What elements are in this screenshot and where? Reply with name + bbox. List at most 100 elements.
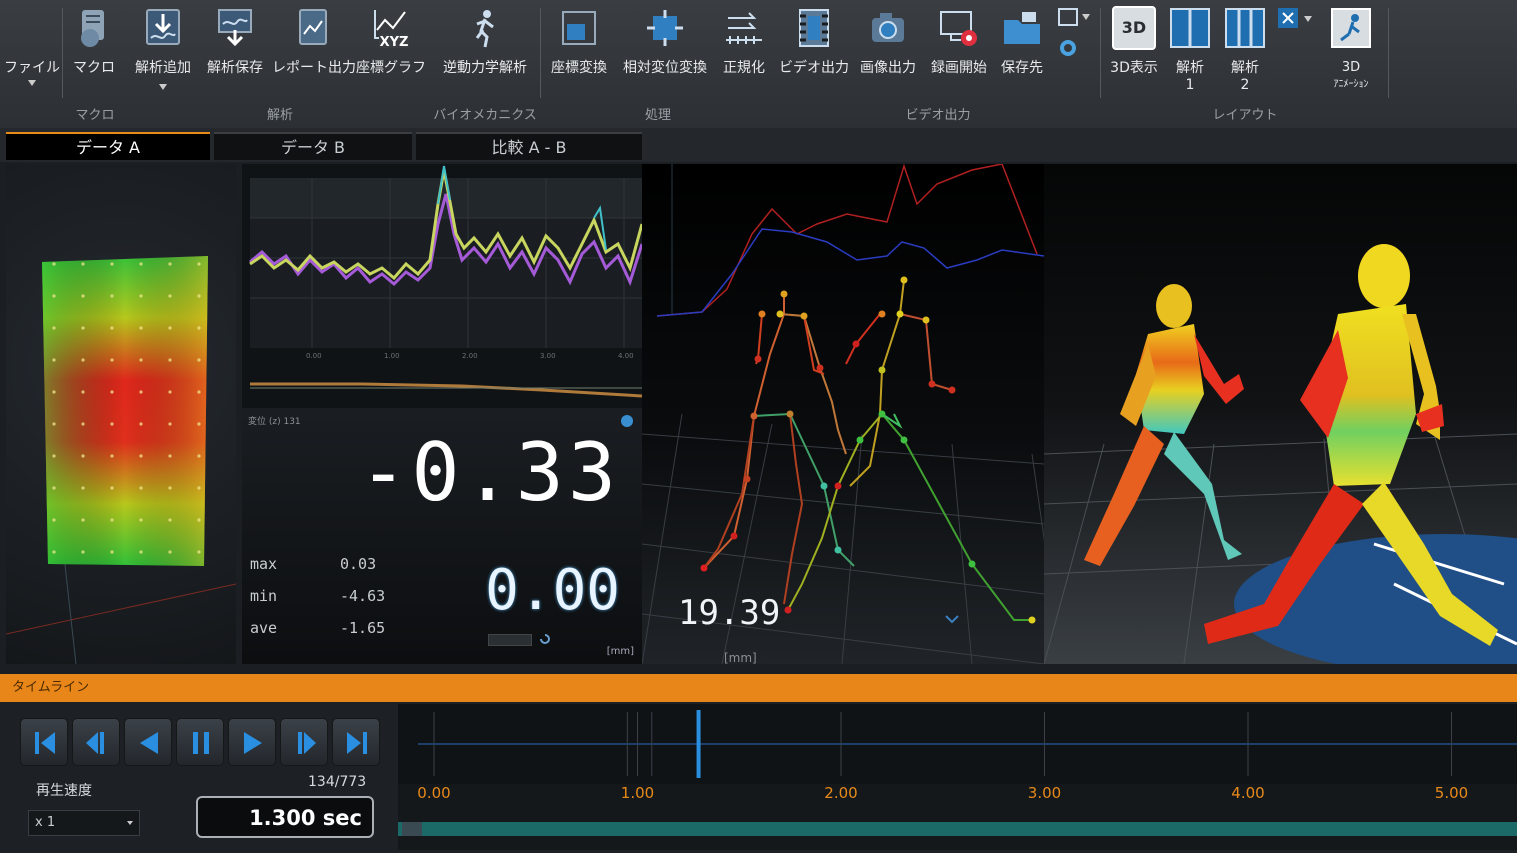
macro-button[interactable]: マクロ (66, 0, 122, 100)
sensor-point (52, 262, 56, 266)
animation-3d-button[interactable]: 3D ｱﾆﾒｰｼｮﾝ (1320, 0, 1382, 100)
skeleton-joint (750, 412, 758, 420)
three-column-layout-icon (1225, 8, 1265, 48)
inverse-dynamics-button[interactable]: 逆動力学解析 (434, 0, 536, 100)
layout-analysis2-text: 解析 (1231, 60, 1259, 76)
close-layout-button[interactable] (1274, 0, 1318, 40)
previous-frame-button[interactable] (72, 718, 120, 766)
sensor-point (139, 326, 143, 330)
info-icon[interactable] (620, 414, 634, 428)
sensor-point (168, 550, 172, 554)
chevron-down-icon[interactable] (1082, 14, 1090, 20)
view-3d-button[interactable]: 3D 3D表示 (1104, 0, 1164, 100)
svg-text:4.00: 4.00 (618, 352, 634, 360)
report-output-button[interactable]: レポート出力 (272, 0, 356, 100)
save-analysis-button[interactable]: 解析保存 (200, 0, 270, 100)
sensor-point (81, 486, 85, 490)
timeline-playhead[interactable] (696, 710, 701, 778)
skip-to-end-button[interactable] (332, 718, 380, 766)
pressure-heatmap-view (6, 256, 236, 664)
sensor-point (197, 294, 201, 298)
body-3d-panel[interactable] (1044, 164, 1517, 664)
macro-icon (81, 10, 104, 47)
sensor-point (139, 486, 143, 490)
app-window: ファイル マクロ 解析追加 解析保存 レポート出力 XYZ 座標グラフ 逆動力学… (0, 0, 1517, 853)
gear-icon[interactable] (1058, 38, 1078, 58)
waveform-chart[interactable]: 0.00 1.00 2.00 3.00 4.00 (242, 164, 642, 404)
skeleton-joint (758, 310, 766, 318)
play-reverse-button[interactable] (124, 718, 172, 766)
stat-ave-label: ave (250, 619, 278, 637)
sensor-point (197, 358, 201, 362)
body-3d-view (1044, 244, 1517, 664)
play-icon (244, 732, 262, 754)
sensor-point (139, 358, 143, 362)
skeleton-joint (780, 290, 788, 298)
meter-mode-select[interactable] (488, 634, 532, 646)
tab-data-a[interactable]: データ A (6, 132, 210, 160)
sensor-point (110, 550, 114, 554)
sensor-point (139, 518, 143, 522)
image-settings-icon[interactable] (1058, 8, 1078, 26)
sensor-point (168, 454, 172, 458)
play-button[interactable] (228, 718, 276, 766)
start-recording-button[interactable]: 録画開始 (926, 0, 992, 100)
skip-start-icon (35, 732, 55, 754)
skip-to-start-button[interactable] (20, 718, 68, 766)
timeline-tick-label: 3.00 (1028, 784, 1061, 802)
relative-disp-button[interactable]: 相対変位変換 (616, 0, 714, 100)
stat-max-value: 0.03 (340, 555, 377, 573)
stat-min-row: min -4.63 (250, 580, 450, 612)
group-label-processing: 処理 (644, 108, 671, 123)
stat-ave-value: -1.65 (340, 619, 386, 637)
runner-icon (475, 10, 494, 48)
video-output-button[interactable]: ビデオ出力 (778, 0, 850, 100)
animation-icon (1331, 8, 1371, 48)
sensor-point (168, 294, 172, 298)
skeleton-joint (834, 482, 842, 490)
skeleton-3d-panel[interactable]: 19.39 [mm] (642, 164, 1044, 664)
skeleton-joint (928, 380, 936, 388)
reset-icon[interactable] (538, 632, 552, 646)
ribbon-separator (540, 8, 541, 98)
file-menu-button[interactable]: ファイル (4, 0, 60, 100)
current-time-field[interactable]: 1.300 sec (196, 796, 374, 838)
layout-analysis2-button[interactable]: 解析 2 (1218, 0, 1272, 100)
timeline-tick-label: 0.00 (417, 784, 450, 802)
normalize-icon (726, 12, 762, 44)
skeleton-joint (852, 340, 860, 348)
sensor-point (52, 326, 56, 330)
tab-data-b[interactable]: データ B (214, 132, 412, 160)
coord-transform-button[interactable]: 座標変換 (544, 0, 614, 100)
timeline-scrollbar[interactable] (398, 822, 1517, 836)
scrollbar-handle[interactable] (402, 822, 422, 836)
data-tab-bar: データ A データ B 比較 A - B (0, 128, 1517, 162)
add-analysis-button[interactable]: 解析追加 (126, 0, 200, 100)
skeleton-joint (776, 310, 784, 318)
sensor-point (197, 518, 201, 522)
file-menu-label: ファイル (4, 60, 60, 76)
skeleton-right (787, 279, 1032, 621)
small-tools-group (1054, 0, 1094, 70)
skeleton-joint (922, 316, 930, 324)
sensor-point (168, 518, 172, 522)
playback-speed-select[interactable]: x 1 (28, 810, 140, 836)
next-frame-button[interactable] (280, 718, 328, 766)
sensor-point (197, 422, 201, 426)
sensor-point (52, 454, 56, 458)
sensor-point (110, 422, 114, 426)
timeline-track[interactable]: 0.00 1.00 2.00 3.00 4.00 5.00 (398, 704, 1517, 850)
pause-button[interactable] (176, 718, 224, 766)
save-destination-button[interactable]: 保存先 (994, 0, 1050, 100)
skeleton-joint (820, 482, 828, 490)
sensor-point (81, 518, 85, 522)
coord-graph-button[interactable]: XYZ 座標グラフ (354, 0, 428, 100)
svg-text:3.00: 3.00 (540, 352, 556, 360)
tab-compare-a-b[interactable]: 比較 A - B (416, 132, 642, 160)
sensor-point (110, 454, 114, 458)
sensor-point (197, 262, 201, 266)
normalize-button[interactable]: 正規化 (716, 0, 772, 100)
image-output-button[interactable]: 画像出力 (852, 0, 924, 100)
pressure-heatmap-panel[interactable] (6, 164, 236, 664)
layout-analysis1-button[interactable]: 解析 1 (1164, 0, 1216, 100)
